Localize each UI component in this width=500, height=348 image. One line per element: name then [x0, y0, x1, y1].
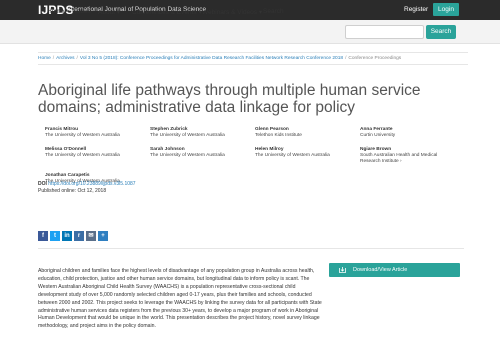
main-nav	[0, 20, 500, 44]
breadcrumb-separator: /	[345, 56, 347, 61]
search-input[interactable]	[345, 25, 424, 39]
linkedin-icon[interactable]: in	[62, 231, 72, 241]
reddit-icon[interactable]: r	[74, 231, 84, 241]
author-affiliation: The University of Western Australia	[45, 133, 120, 138]
nav-about[interactable]: About ▾	[98, 8, 120, 16]
author-entry: Sarah Johnson The University of Western …	[150, 147, 250, 159]
nav-home[interactable]: Home	[47, 8, 64, 15]
email-icon[interactable]: ✉	[86, 231, 96, 241]
nav-webinars[interactable]: Webinars & Videos ▾	[202, 8, 262, 16]
author-entry: Melissa O'Donnell The University of West…	[45, 147, 145, 159]
facebook-icon[interactable]: f	[38, 231, 48, 241]
twitter-icon[interactable]: t	[50, 231, 60, 241]
author-affiliation: The University of Western Australia	[255, 153, 330, 158]
author-entry: Francis Mitrou The University of Western…	[45, 127, 145, 139]
breadcrumb-issue[interactable]: Vol 3 No 5 (2018): Conference Proceeding…	[80, 56, 343, 61]
author-entry: Anna Ferrante Curtin University	[360, 127, 460, 139]
author-affiliation: The University of Western Australia	[150, 153, 225, 158]
author-entry: Glenn Pearson Telethon Kids Institute	[255, 127, 355, 139]
author-entry: Stephen Zubrick The University of Wester…	[150, 127, 250, 139]
abstract: Aboriginal children and families face th…	[38, 268, 323, 331]
author-affiliation[interactable]: South Australian Health and Medical Rese…	[360, 153, 455, 165]
breadcrumb: Home / Archives / Vol 3 No 5 (2018): Confere…	[38, 52, 468, 65]
breadcrumb-archives[interactable]: Archives	[56, 56, 74, 61]
breadcrumb-separator: /	[76, 56, 78, 61]
divider	[38, 248, 464, 249]
search-button[interactable]: Search	[426, 25, 456, 39]
published-date: Published online: Oct 12, 2018	[38, 188, 107, 194]
more-icon[interactable]: +	[98, 231, 108, 241]
author-affiliation: The University of Western Australia	[45, 153, 120, 158]
breadcrumb-separator: /	[52, 56, 55, 61]
doi-line: DOI https://doi.org/10.23889/ijpds.v3i5.…	[38, 181, 136, 187]
author-entry: Helen Milroy The University of Western A…	[255, 147, 355, 159]
nav-search[interactable]: Search	[263, 8, 284, 15]
nav-conferences[interactable]: Conferences & Events ▾	[132, 8, 202, 16]
breadcrumb-current: Conference Proceedings	[348, 56, 402, 61]
article-title: Aboriginal life pathways through multipl…	[38, 82, 421, 116]
doi-label: DOI	[38, 181, 47, 187]
login-button[interactable]: Login	[433, 3, 459, 16]
author-affiliation: The University of Western Australia	[150, 133, 225, 138]
download-article-button[interactable]: Download/View Article	[329, 263, 460, 277]
download-icon	[339, 267, 346, 273]
register-link[interactable]: Register	[404, 6, 428, 13]
author-entry: Ngiare Brown South Australian Health and…	[360, 147, 455, 165]
author-affiliation: Telethon Kids Institute	[255, 133, 302, 138]
nav-issues[interactable]: Issues	[72, 8, 91, 15]
abstract-text: Aboriginal children and families face th…	[38, 268, 322, 330]
breadcrumb-home[interactable]: Home	[38, 56, 51, 61]
author-affiliation: Curtin University	[360, 133, 396, 138]
doi-link[interactable]: https://doi.org/10.23889/ijpds.v3i5.1087	[48, 181, 135, 187]
